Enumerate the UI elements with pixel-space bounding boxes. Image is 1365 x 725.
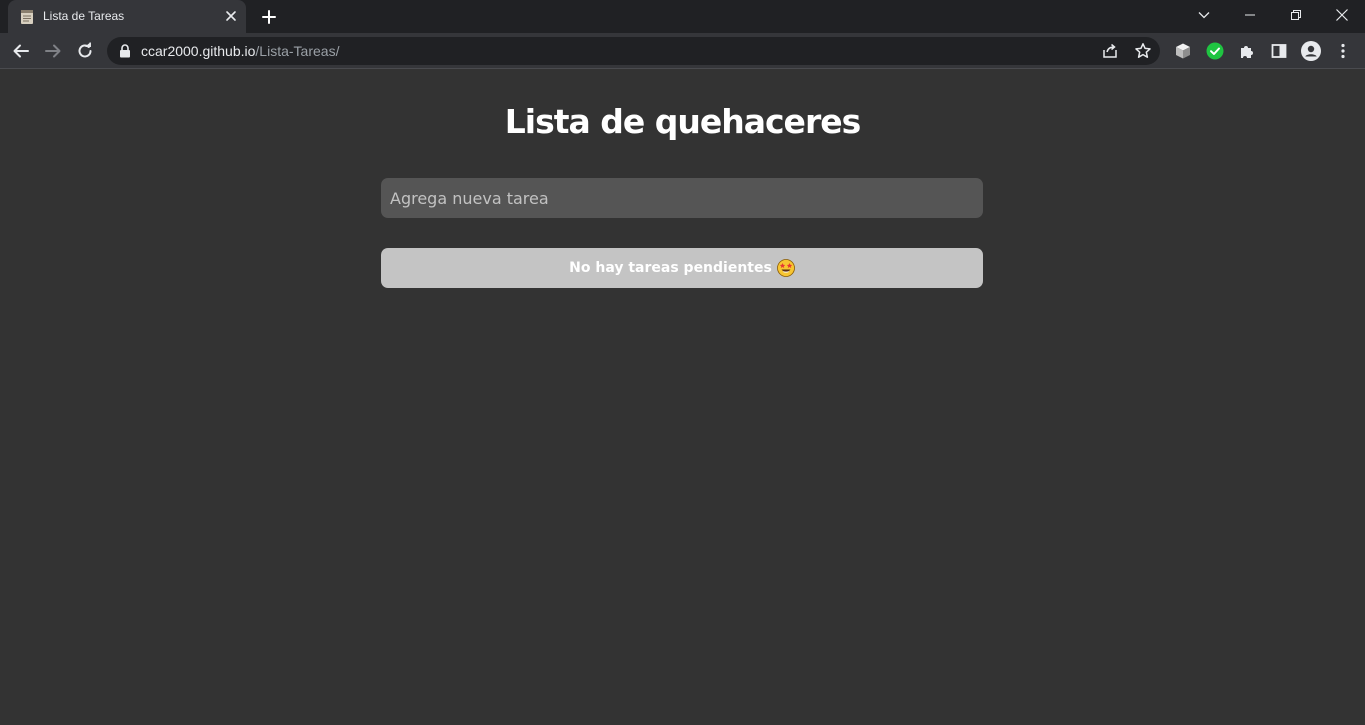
profile-button[interactable] — [1301, 41, 1321, 61]
star-struck-emoji-icon — [776, 259, 795, 277]
more-vertical-icon — [1341, 43, 1345, 59]
new-tab-icon[interactable] — [259, 7, 279, 27]
side-panel-button[interactable] — [1269, 41, 1289, 61]
arrow-right-icon — [45, 44, 61, 58]
close-window-button[interactable] — [1319, 2, 1365, 28]
puzzle-icon — [1241, 46, 1253, 58]
minimize-button[interactable] — [1227, 2, 1273, 28]
share-icon[interactable] — [1101, 42, 1119, 60]
new-task-input[interactable] — [381, 178, 983, 218]
page-title: Lista de quehaceres — [504, 102, 862, 141]
restore-icon — [1291, 10, 1301, 20]
url-path: /Lista-Tareas/ — [255, 43, 340, 59]
back-button[interactable] — [9, 39, 33, 63]
star-icon[interactable] — [1134, 42, 1152, 60]
lock-icon[interactable] — [119, 44, 131, 58]
empty-tasks-message: No hay tareas pendientes — [381, 248, 983, 288]
cube-extension-button[interactable] — [1173, 41, 1193, 61]
extensions-button[interactable] — [1237, 41, 1257, 61]
arrow-left-icon — [13, 44, 29, 58]
chevron-down-icon — [1198, 12, 1210, 19]
tab-title: Lista de Tareas — [43, 9, 125, 23]
tab-search-button[interactable] — [1181, 2, 1227, 28]
page-content: Lista de quehaceres No hay tareas pendie… — [0, 70, 1365, 725]
browser-toolbar: ccar2000.github.io/Lista-Tareas/ — [0, 33, 1365, 69]
side-panel-icon — [1271, 44, 1287, 58]
cube-icon — [1176, 43, 1190, 59]
address-bar[interactable]: ccar2000.github.io/Lista-Tareas/ — [107, 37, 1160, 65]
browser-titlebar: Lista de Tareas — [0, 0, 1365, 33]
reload-button[interactable] — [73, 39, 97, 63]
url-text: ccar2000.github.io/Lista-Tareas/ — [141, 43, 339, 59]
notepad-icon — [21, 10, 33, 24]
close-icon[interactable] — [223, 8, 239, 24]
restore-button[interactable] — [1273, 2, 1319, 28]
check-extension-button[interactable] — [1205, 41, 1225, 61]
check-circle-icon — [1206, 42, 1224, 60]
empty-message-text: No hay tareas pendientes — [569, 260, 772, 276]
close-icon — [1336, 9, 1348, 21]
minimize-icon — [1245, 14, 1255, 16]
menu-button[interactable] — [1333, 41, 1353, 61]
avatar-icon — [1301, 41, 1321, 61]
url-host: ccar2000.github.io — [141, 43, 256, 59]
reload-icon — [78, 42, 92, 58]
forward-button[interactable] — [41, 39, 65, 63]
browser-tab[interactable]: Lista de Tareas — [8, 0, 246, 33]
